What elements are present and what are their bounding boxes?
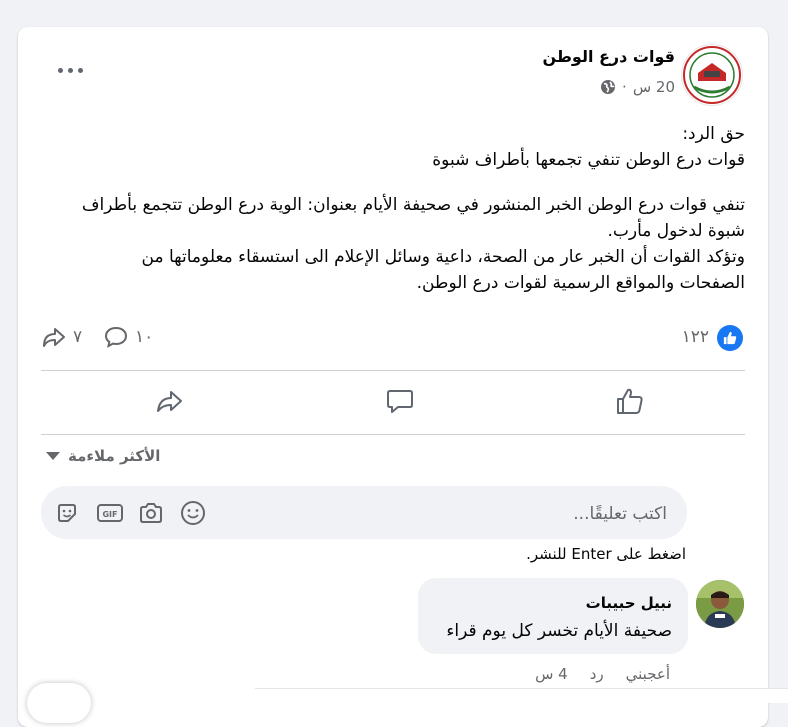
shares-count: ٧: [73, 327, 83, 347]
post-stats: ١٢٢ ١٠ ٧: [41, 323, 745, 353]
sticker-button[interactable]: [53, 499, 81, 527]
emoji-button[interactable]: [179, 499, 207, 527]
hint-key: Enter: [571, 545, 612, 563]
enter-to-post-hint: اضغط على Enter للنشر.: [526, 545, 686, 563]
comment-count-icon: [104, 326, 128, 348]
hint-post: للنشر.: [526, 545, 572, 563]
gif-icon: GIF: [97, 504, 123, 522]
actions-divider: [41, 434, 745, 435]
stats-divider: [41, 370, 745, 371]
sort-label: الأكثر ملاءمة: [68, 447, 161, 465]
commenter-avatar[interactable]: [696, 580, 744, 628]
more-dots-icon: [57, 67, 63, 73]
floating-chat-button[interactable]: [27, 683, 91, 723]
camera-icon: [140, 503, 162, 523]
body-line-3: وتؤكد القوات أن الخبر عار من الصحة، داعي…: [141, 247, 745, 267]
share-button[interactable]: [55, 373, 285, 429]
comments-count: ١٠: [135, 327, 154, 347]
page-logo-image: [683, 46, 741, 104]
photo-button[interactable]: [137, 499, 165, 527]
shares-count-link[interactable]: ٧: [41, 325, 82, 349]
comment-composer: GIF: [41, 486, 687, 541]
comments-count-link[interactable]: ١٠: [103, 325, 153, 349]
like-icon: [617, 388, 643, 414]
comment-sort-dropdown[interactable]: الأكثر ملاءمة: [46, 447, 160, 465]
emoji-icon: [181, 501, 205, 525]
more-options-button[interactable]: [52, 55, 88, 85]
chevron-down-icon: [46, 452, 60, 460]
comment-bubble: نبيل حبيبات صحيفة الأيام تخسر كل يوم قرا…: [418, 578, 688, 654]
comment-reply-link[interactable]: رد: [590, 665, 604, 683]
comment-time[interactable]: 4 س: [535, 665, 568, 683]
post-meta: 20 س ·: [600, 78, 675, 96]
comment-actions: أعجبني رد 4 س: [535, 665, 670, 683]
comment-button[interactable]: [285, 373, 515, 429]
more-dot: [67, 67, 73, 73]
commenter-photo: [696, 580, 744, 628]
thumb-icon: [723, 331, 737, 345]
post-actions: [41, 373, 745, 429]
comment-like-link[interactable]: أعجبني: [626, 665, 670, 683]
more-dot: [77, 67, 83, 73]
body-line-4: الصفحات والمواقع الرسمية لقوات درع الوطن…: [416, 273, 745, 293]
heading-line-1: حق الرد:: [682, 124, 745, 144]
gif-button[interactable]: GIF: [96, 499, 124, 527]
bottom-panel-edge: [255, 688, 788, 703]
post-card: قوات درع الوطن 20 س · حق الرد: قوات درع …: [18, 27, 768, 727]
likes-count[interactable]: ١٢٢: [682, 327, 709, 347]
heading-line-2: قوات درع الوطن تنفي تجمعها بأطراف شبوة: [432, 150, 745, 170]
post-time[interactable]: 20 س: [633, 78, 675, 96]
sticker-icon: [58, 504, 76, 522]
body-line-1: تنفي قوات درع الوطن الخبر المنشور في صحي…: [81, 195, 745, 215]
body-line-2: شبوة لدخول مأرب.: [607, 221, 745, 241]
share-count-icon: [43, 328, 65, 347]
share-icon: [157, 391, 182, 412]
hint-pre: اضغط على: [611, 545, 686, 563]
meta-separator: ·: [622, 78, 627, 96]
page-avatar[interactable]: [681, 44, 743, 106]
comment-input[interactable]: [365, 486, 669, 541]
page-name[interactable]: قوات درع الوطن: [542, 47, 675, 66]
like-reaction-icon[interactable]: [717, 325, 743, 351]
comment-author[interactable]: نبيل حبيبات: [586, 594, 672, 612]
globe-icon[interactable]: [600, 79, 616, 95]
like-button[interactable]: [515, 373, 745, 429]
comment-icon: [387, 390, 413, 413]
post-heading: حق الرد: قوات درع الوطن تنفي تجمعها بأطر…: [45, 121, 745, 173]
comment-text: صحيفة الأيام تخسر كل يوم قراء: [446, 621, 672, 641]
post-body: تنفي قوات درع الوطن الخبر المنشور في صحي…: [45, 192, 745, 296]
gif-text: GIF: [102, 510, 117, 519]
